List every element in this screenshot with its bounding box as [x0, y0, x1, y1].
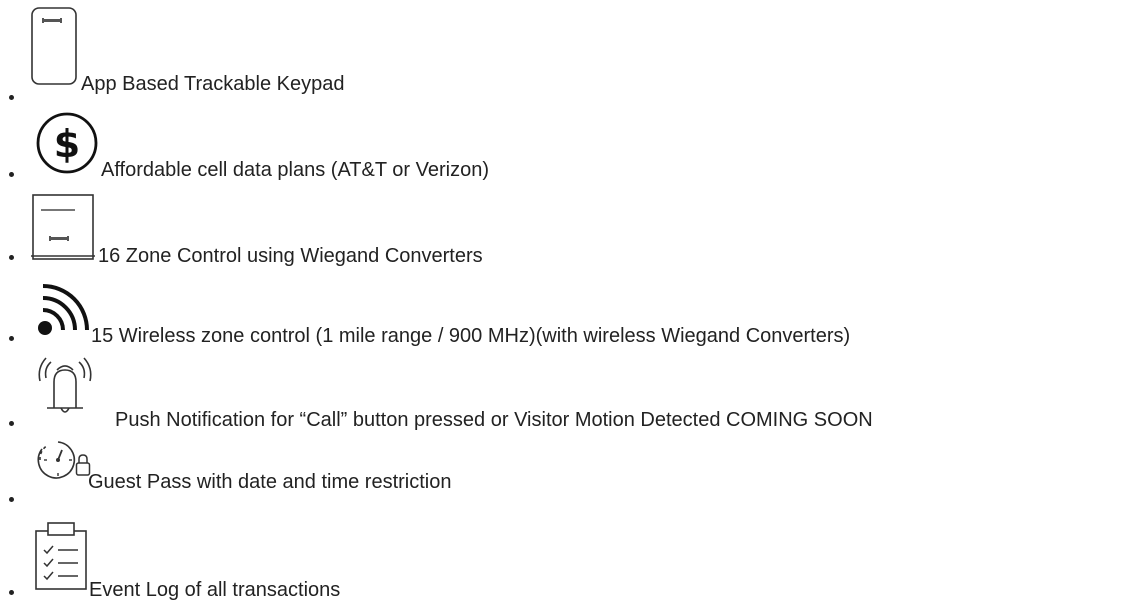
timer-lock-icon [34, 438, 94, 486]
feature-label: App Based Trackable Keypad [81, 73, 345, 95]
list-bullet [9, 421, 14, 426]
list-bullet [9, 497, 14, 502]
feature-label: Guest Pass with date and time restrictio… [88, 471, 452, 493]
feature-label: Push Notification for “Call” button pres… [115, 409, 873, 431]
list-bullet [9, 255, 14, 260]
feature-label: 15 Wireless zone control (1 mile range /… [91, 325, 851, 347]
smartphone-keypad-icon [30, 6, 80, 86]
list-bullet [9, 590, 14, 595]
feature-item-data-plans: $ Affordable cell data plans (AT&T or Ve… [0, 112, 1145, 182]
feature-item-event-log: Event Log of all transactions [0, 516, 1145, 601]
feature-label: Event Log of all transactions [89, 579, 341, 601]
clipboard-checklist-icon [33, 520, 91, 592]
feature-label: Affordable cell data plans (AT&T or Veri… [101, 159, 489, 181]
list-bullet [9, 336, 14, 341]
feature-list: App Based Trackable Keypad $ Affordable … [0, 0, 1145, 601]
wiegand-converter-icon [30, 192, 96, 262]
feature-item-guest-pass: Guest Pass with date and time restrictio… [0, 438, 1145, 508]
dollar-coin-icon: $ [35, 112, 99, 176]
list-bullet [9, 95, 14, 100]
feature-item-app-keypad: App Based Trackable Keypad [0, 0, 1145, 100]
feature-label: 16 Zone Control using Wiegand Converters [98, 245, 483, 267]
feature-item-wireless: 15 Wireless zone control (1 mile range /… [0, 276, 1145, 347]
list-bullet [9, 172, 14, 177]
ringing-bell-icon [35, 356, 95, 420]
svg-text:$: $ [54, 122, 80, 166]
feature-item-push-notification: Push Notification for “Call” button pres… [0, 356, 1145, 432]
feature-item-zone-control: 16 Zone Control using Wiegand Converters [0, 192, 1145, 267]
